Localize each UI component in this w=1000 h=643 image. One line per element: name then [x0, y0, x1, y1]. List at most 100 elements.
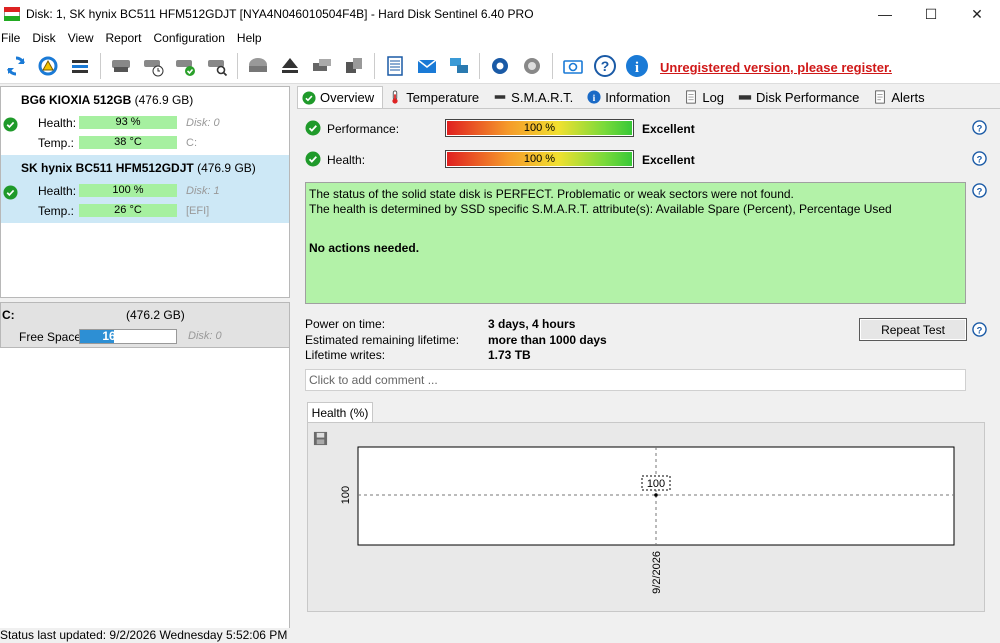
- smart-icon: [494, 95, 506, 99]
- writes-value: 1.73 TB: [488, 348, 531, 362]
- health-rating: Excellent: [642, 153, 695, 167]
- disk-list-icon[interactable]: [66, 52, 94, 80]
- health-bar: 93 %: [79, 116, 177, 129]
- free-space-bar: 168.5 GB: [79, 329, 177, 344]
- help-icon[interactable]: ?: [972, 322, 987, 337]
- eject-icon[interactable]: [276, 52, 304, 80]
- lifetime-label: Estimated remaining lifetime:: [305, 333, 460, 347]
- window-title: Disk: 1, SK hynix BC511 HFM512GDJT [NYA4…: [26, 7, 534, 21]
- email-icon[interactable]: [413, 52, 441, 80]
- temp-bar: 26 °C: [79, 204, 177, 217]
- disk-name: BG6 KIOXIA 512GB (476.9 GB): [21, 93, 194, 107]
- left-empty-area: [0, 348, 290, 628]
- tab-disk-performance[interactable]: Disk Performance: [733, 86, 868, 108]
- comment-input[interactable]: Click to add comment ...: [305, 369, 966, 391]
- svg-text:?: ?: [977, 186, 983, 196]
- disk-search-icon[interactable]: [203, 52, 231, 80]
- title-bar: Disk: 1, SK hynix BC511 HFM512GDJT [NYA4…: [0, 0, 1000, 28]
- tab-temperature[interactable]: Temperature: [383, 86, 488, 108]
- status-bar: Status last updated: 9/2/2026 Wednesday …: [0, 628, 1000, 643]
- log-icon: [686, 90, 697, 104]
- disk-volume: C:: [186, 137, 197, 149]
- tab-log[interactable]: Log: [679, 86, 733, 108]
- svg-text:i: i: [635, 60, 639, 76]
- disk-number: Disk: 0: [186, 117, 220, 129]
- free-space-label: Free Space: [19, 330, 82, 344]
- tab-bar: Overview Temperature S.M.A.R.T. i Inform…: [297, 86, 934, 108]
- y-tick-label: 100: [340, 486, 352, 504]
- help-icon[interactable]: ?: [591, 52, 619, 80]
- menu-help[interactable]: Help: [234, 31, 271, 45]
- data-point: [654, 493, 658, 497]
- health-bar: 100 %: [445, 150, 634, 168]
- repeat-test-button[interactable]: Repeat Test: [859, 318, 967, 341]
- help-icon[interactable]: ?: [972, 151, 987, 166]
- menu-file[interactable]: File: [0, 31, 29, 45]
- volume-letter: C:: [2, 308, 15, 322]
- tab-overview[interactable]: Overview: [297, 86, 384, 108]
- status-line: The health is determined by SSD specific…: [309, 202, 892, 216]
- disk-surface-icon[interactable]: [244, 52, 272, 80]
- disk-clock-icon[interactable]: [139, 52, 167, 80]
- refresh-icon[interactable]: [2, 52, 30, 80]
- help-icon[interactable]: ?: [972, 120, 987, 135]
- unregistered-link[interactable]: Unregistered version, please register.: [660, 60, 892, 75]
- chart-tab-health[interactable]: Health (%): [307, 402, 373, 423]
- check-icon: [3, 185, 18, 200]
- sound-icon[interactable]: [518, 52, 546, 80]
- health-bar: 100 %: [79, 184, 177, 197]
- network-icon[interactable]: [445, 52, 473, 80]
- maximize-button[interactable]: ☐: [908, 0, 954, 28]
- power-on-value: 3 days, 4 hours: [488, 317, 576, 331]
- status-action: No actions needed.: [309, 241, 420, 255]
- svg-text:?: ?: [977, 325, 983, 335]
- close-button[interactable]: ✕: [954, 0, 1000, 28]
- help-icon[interactable]: ?: [972, 183, 987, 198]
- screenshot-icon[interactable]: [559, 52, 587, 80]
- menu-configuration[interactable]: Configuration: [151, 31, 234, 45]
- disk-entry-0[interactable]: BG6 KIOXIA 512GB (476.9 GB) Health: 93 %…: [1, 87, 289, 155]
- overview-panel: Performance: 100 % Excellent ? Health: 1…: [297, 108, 1000, 628]
- disk-volume: [EFI]: [186, 205, 210, 217]
- disk-number: Disk: 1: [186, 185, 220, 197]
- refresh-warning-icon[interactable]: [34, 52, 62, 80]
- menu-disk[interactable]: Disk: [29, 31, 64, 45]
- disk-backup-icon[interactable]: [340, 52, 368, 80]
- status-line: The status of the solid state disk is PE…: [309, 187, 794, 201]
- data-label: 100: [647, 478, 665, 490]
- disk-entry-1[interactable]: SK hynix BC511 HFM512GDJT (476.9 GB) Hea…: [1, 155, 289, 223]
- power-on-label: Power on time:: [305, 317, 386, 331]
- temp-label: Temp.:: [38, 204, 75, 218]
- disk-list-panel: BG6 KIOXIA 512GB (476.9 GB) Health: 93 %…: [0, 86, 290, 298]
- svg-text:i: i: [593, 93, 596, 104]
- disk-transfer-icon[interactable]: [308, 52, 336, 80]
- writes-label: Lifetime writes:: [305, 348, 386, 362]
- tab-alerts[interactable]: Alerts: [868, 86, 933, 108]
- disk-check-icon[interactable]: [171, 52, 199, 80]
- menu-report[interactable]: Report: [102, 31, 150, 45]
- x-tick-label: 9/2/2026: [651, 551, 663, 594]
- volume-size: (476.2 GB): [126, 308, 185, 322]
- report-icon[interactable]: [381, 52, 409, 80]
- health-label: Health:: [38, 184, 77, 198]
- thermometer-icon: [392, 90, 398, 104]
- performance-icon: [738, 95, 752, 100]
- minimize-button[interactable]: —: [862, 0, 908, 28]
- tab-information[interactable]: i Information: [582, 86, 679, 108]
- tab-smart[interactable]: S.M.A.R.T.: [488, 86, 582, 108]
- health-chart-frame: 100 9/2/2026 100: [307, 422, 985, 612]
- health-label: Health:: [38, 116, 77, 130]
- check-icon: [305, 151, 321, 167]
- svg-text:?: ?: [977, 154, 983, 164]
- menu-view[interactable]: View: [65, 31, 103, 45]
- disk-icon[interactable]: [107, 52, 135, 80]
- temp-bar: 38 °C: [79, 136, 177, 149]
- status-text-box: The status of the solid state disk is PE…: [305, 182, 966, 304]
- settings-icon[interactable]: [486, 52, 514, 80]
- volume-panel[interactable]: C: (476.2 GB) Free Space 168.5 GB Disk: …: [0, 302, 290, 348]
- alerts-icon: [875, 90, 886, 104]
- svg-text:?: ?: [977, 123, 983, 133]
- volume-disk: Disk: 0: [188, 330, 222, 342]
- info-icon[interactable]: i: [623, 52, 651, 80]
- check-icon: [305, 120, 321, 136]
